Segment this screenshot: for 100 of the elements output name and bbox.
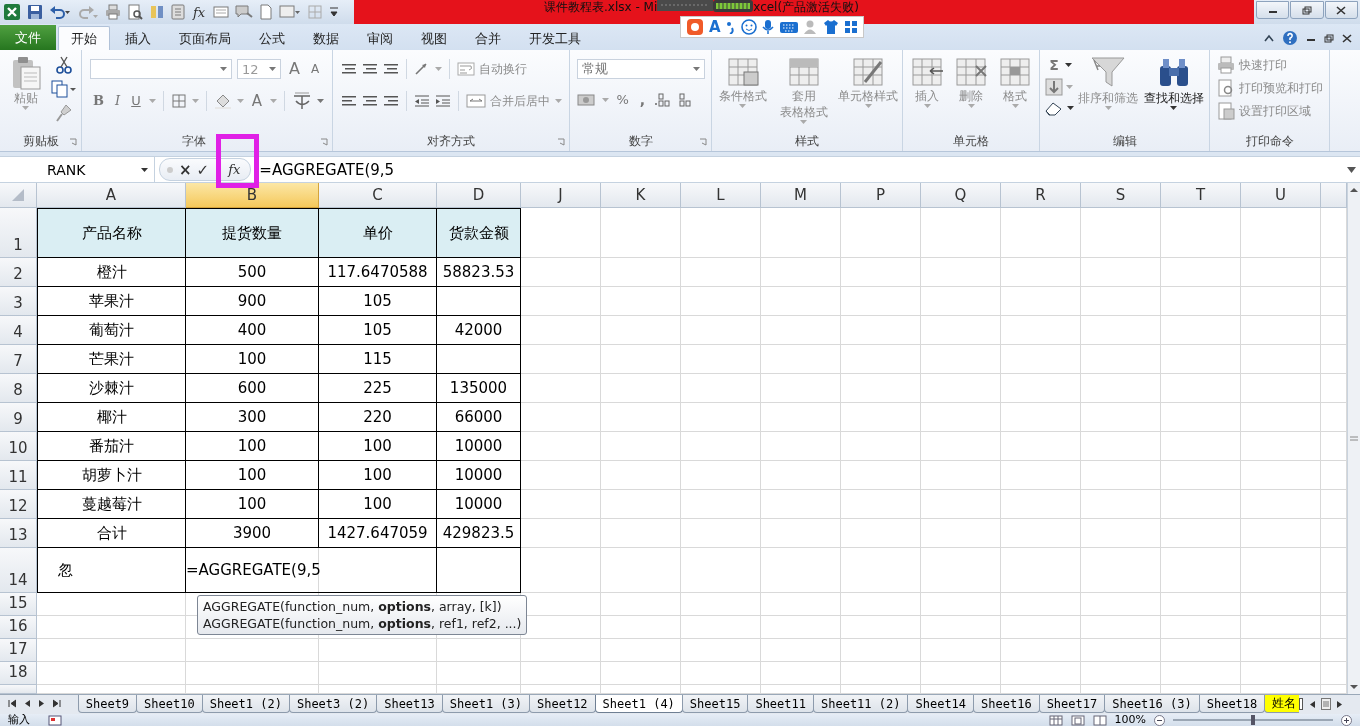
collapse-ribbon-icon[interactable] bbox=[1264, 34, 1274, 42]
sheet-tab[interactable]: Sheet10 bbox=[136, 695, 203, 713]
column-header[interactable]: R bbox=[1001, 183, 1081, 208]
logo-icon[interactable] bbox=[686, 18, 704, 36]
row-header[interactable]: 8 bbox=[0, 374, 37, 403]
column-header[interactable]: U bbox=[1241, 183, 1321, 208]
expand-icon[interactable] bbox=[1347, 166, 1356, 173]
dialog-launcher-icon[interactable] bbox=[320, 138, 328, 146]
sheet-tab[interactable]: Sheet16 bbox=[973, 695, 1040, 713]
name-box[interactable]: RANK bbox=[0, 157, 155, 182]
decrease-indent-icon[interactable] bbox=[413, 94, 430, 108]
scroll-right-icon[interactable] bbox=[1336, 699, 1344, 709]
caret-icon[interactable] bbox=[1170, 106, 1177, 110]
zoom-out-icon[interactable] bbox=[1154, 714, 1165, 726]
ribbon-tab[interactable]: 开发工具 bbox=[516, 26, 594, 50]
row-header[interactable]: 2 bbox=[0, 258, 37, 287]
normal-view-icon[interactable] bbox=[1048, 714, 1063, 726]
row-header[interactable]: 17 bbox=[0, 639, 37, 662]
next-sheet-icon[interactable] bbox=[38, 699, 46, 708]
comma-button[interactable]: , bbox=[636, 91, 649, 109]
column-header[interactable]: K bbox=[601, 183, 681, 208]
ribbon-tab[interactable]: 插入 bbox=[112, 26, 164, 50]
dialog-launcher-icon[interactable] bbox=[557, 138, 565, 146]
vertical-scrollbar[interactable] bbox=[1347, 183, 1360, 694]
phonetic-guide-icon[interactable] bbox=[291, 92, 312, 110]
column-header[interactable]: T bbox=[1161, 183, 1241, 208]
printer-icon[interactable] bbox=[105, 4, 121, 20]
sheet-tab[interactable]: Sheet14 bbox=[907, 695, 975, 713]
undo-icon[interactable] bbox=[49, 4, 71, 20]
caret-icon[interactable] bbox=[1064, 63, 1072, 67]
ribbon-tab[interactable]: 合并 bbox=[462, 26, 514, 50]
comment-icon[interactable] bbox=[235, 4, 254, 20]
formula-field[interactable]: =AGGREGATE(9,5 bbox=[259, 160, 1347, 179]
zoom-level[interactable]: 100% bbox=[1114, 714, 1146, 726]
save-icon[interactable] bbox=[27, 4, 43, 20]
sheet-tab[interactable]: Sheet1 (2) bbox=[201, 695, 290, 713]
caret-icon[interactable] bbox=[1067, 106, 1074, 110]
page-break-view-icon[interactable] bbox=[1092, 714, 1107, 726]
align-center-icon[interactable] bbox=[361, 94, 378, 108]
sheet-tab[interactable]: Sheet11 (2) bbox=[813, 695, 909, 713]
row-header[interactable]: 18 bbox=[0, 662, 37, 685]
increase-font-button[interactable]: A bbox=[286, 60, 303, 78]
copy-icon[interactable] bbox=[51, 80, 77, 98]
grid-icon[interactable] bbox=[843, 20, 858, 34]
keyboard-icon[interactable] bbox=[778, 20, 799, 34]
enter-button[interactable]: ✓ bbox=[196, 160, 210, 179]
format-painter-icon[interactable] bbox=[56, 104, 72, 122]
decrease-font-button[interactable]: A bbox=[308, 60, 323, 78]
row-header[interactable]: 15 bbox=[0, 593, 37, 616]
zoom-slider-thumb[interactable] bbox=[1251, 715, 1255, 725]
bold-button[interactable]: B bbox=[90, 92, 108, 110]
macro-record-icon[interactable] bbox=[48, 714, 62, 726]
previous-sheet-icon[interactable] bbox=[23, 699, 31, 708]
insert-function-glyph[interactable]: fx bbox=[191, 4, 208, 20]
column-header[interactable]: C bbox=[319, 183, 437, 208]
top-align-icon[interactable] bbox=[340, 62, 357, 76]
row-header[interactable]: 14 bbox=[0, 548, 37, 593]
file-tab[interactable]: 文件 bbox=[0, 25, 56, 50]
dialog-launcher-icon[interactable] bbox=[699, 138, 707, 146]
sheet-tab[interactable]: Sheet3 (2) bbox=[288, 695, 378, 713]
sheet-tab[interactable]: 姓名 bbox=[1264, 695, 1299, 713]
row-header[interactable]: 3 bbox=[0, 287, 37, 316]
autosum-button[interactable]: Σ bbox=[1046, 56, 1062, 74]
column-header[interactable]: S bbox=[1081, 183, 1161, 208]
restore-button[interactable] bbox=[1290, 1, 1324, 19]
sheet-tab[interactable]: Sheet11 bbox=[747, 695, 814, 713]
borders-icon[interactable] bbox=[170, 93, 187, 109]
restore-icon[interactable] bbox=[1302, 5, 1312, 15]
minimize-button[interactable] bbox=[1256, 1, 1290, 19]
zoom-in-icon[interactable] bbox=[1341, 714, 1352, 726]
ribbon-tab[interactable]: 页面布局 bbox=[166, 26, 244, 50]
row-header[interactable]: 13 bbox=[0, 519, 37, 548]
sheet-tab[interactable]: Sheet17 bbox=[1038, 695, 1106, 713]
middle-align-icon[interactable] bbox=[361, 62, 378, 76]
page-layout-view-icon[interactable] bbox=[1070, 714, 1085, 726]
column-header[interactable]: P bbox=[841, 183, 921, 208]
form-icon[interactable] bbox=[213, 4, 230, 20]
ribbon-tab[interactable]: 数据 bbox=[300, 26, 352, 50]
close-icon[interactable] bbox=[1342, 33, 1352, 43]
fill-color-icon[interactable] bbox=[213, 93, 232, 109]
smiley-icon[interactable] bbox=[740, 19, 757, 35]
sheet-tab[interactable]: Sheet15 bbox=[681, 695, 749, 713]
number-format-field[interactable]: 常规 bbox=[576, 59, 705, 79]
scissors-icon[interactable] bbox=[56, 56, 72, 74]
italic-button[interactable]: I bbox=[112, 92, 124, 110]
row-header[interactable]: 9 bbox=[0, 403, 37, 432]
insert-function-button[interactable]: fx bbox=[224, 162, 245, 177]
sheet-tab[interactable]: Sheet1 (3) bbox=[441, 695, 530, 713]
shirt-icon[interactable] bbox=[822, 19, 839, 35]
align-right-icon[interactable] bbox=[382, 94, 399, 108]
help-icon[interactable] bbox=[1282, 30, 1298, 46]
row-header[interactable]: 1 bbox=[0, 208, 37, 258]
row-header[interactable]: 10 bbox=[0, 432, 37, 461]
find-select-button[interactable]: 查找和选择 bbox=[1142, 54, 1205, 110]
ribbon-tab[interactable]: 开始 bbox=[58, 26, 110, 50]
scroll-thumb-icon[interactable] bbox=[1321, 698, 1331, 710]
scroll-left-icon[interactable] bbox=[1308, 699, 1316, 709]
document-icon[interactable] bbox=[259, 4, 274, 20]
caret-icon[interactable] bbox=[141, 167, 148, 172]
align-left-icon[interactable] bbox=[340, 94, 357, 108]
